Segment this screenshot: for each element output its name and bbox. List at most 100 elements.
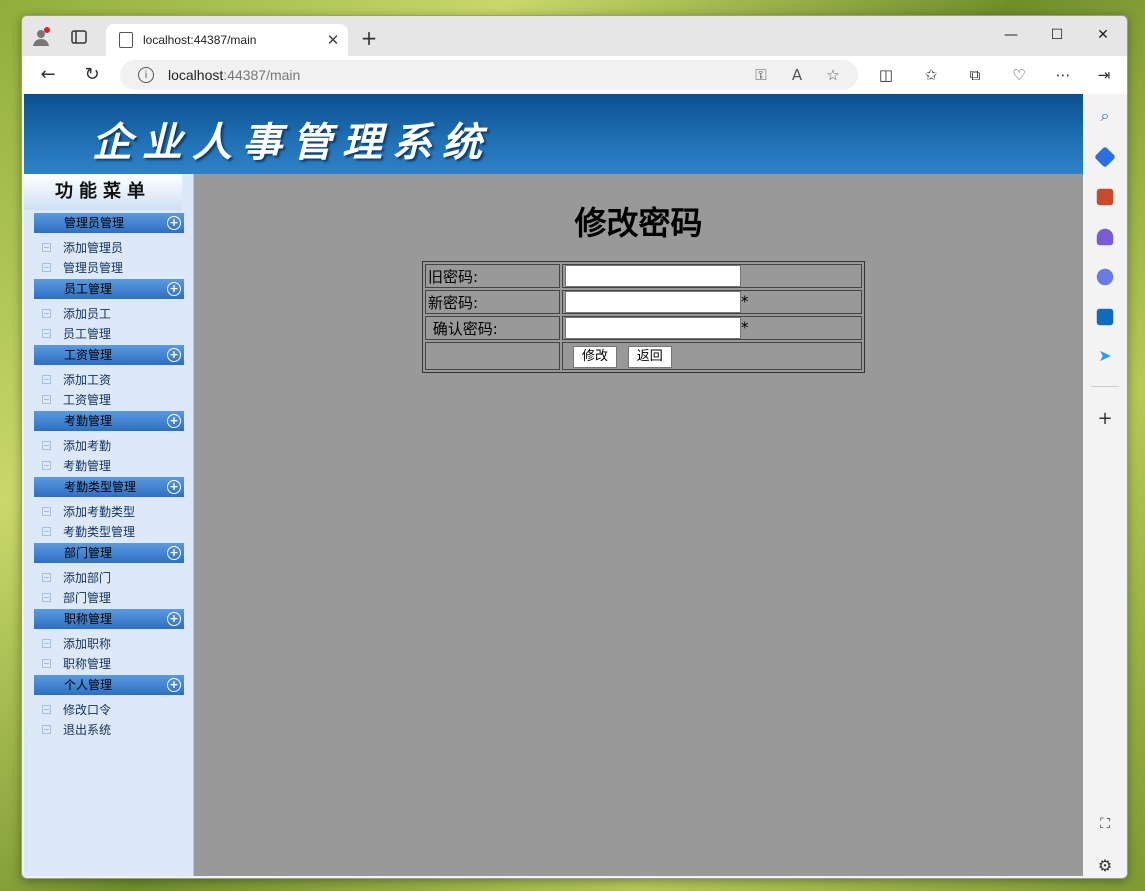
read-aloud-icon[interactable]: A bbox=[786, 66, 808, 84]
menu-item-add-attendance-type[interactable]: 添加考勤类型 bbox=[42, 503, 135, 521]
new-tab-icon[interactable]: + bbox=[358, 28, 380, 48]
screenshot-icon[interactable]: ⛶ bbox=[1094, 816, 1116, 838]
menu-group-label: 员工管理 bbox=[64, 282, 113, 296]
menu-item-add-title[interactable]: 添加职称 bbox=[42, 635, 111, 653]
menu-item-change-password[interactable]: 修改口令 bbox=[42, 701, 111, 719]
expand-icon[interactable]: + bbox=[167, 348, 181, 362]
menu-group-label: 个人管理 bbox=[64, 678, 113, 692]
menu-item-employee-manage[interactable]: 员工管理 bbox=[42, 325, 111, 343]
tab-title: localhost:44387/main bbox=[143, 33, 257, 47]
office-icon[interactable] bbox=[1096, 268, 1114, 286]
expand-icon[interactable]: + bbox=[167, 414, 181, 428]
menu-group-personal[interactable]: 个人管理 + bbox=[34, 675, 184, 695]
expand-icon[interactable]: + bbox=[167, 546, 181, 560]
expand-icon[interactable]: + bbox=[167, 216, 181, 230]
shopping-tag-icon[interactable] bbox=[1094, 146, 1116, 168]
confirm-password-input[interactable] bbox=[565, 317, 741, 339]
menu-group-attendance-type[interactable]: 考勤类型管理 + bbox=[34, 477, 184, 497]
close-window-icon[interactable]: ✕ bbox=[1080, 22, 1126, 48]
old-password-input[interactable] bbox=[565, 265, 741, 287]
submit-button[interactable]: 修改 bbox=[573, 346, 618, 368]
menu-item-add-department[interactable]: 添加部门 bbox=[42, 569, 111, 587]
change-password-form: 旧密码: 新密码: * 确认密码: * 修改 返回 bbox=[422, 261, 865, 373]
games-icon[interactable] bbox=[1096, 228, 1114, 246]
settings-gear-icon[interactable]: ⚙ bbox=[1094, 856, 1116, 878]
close-tab-icon[interactable]: ✕ bbox=[324, 31, 342, 49]
favorites-icon[interactable]: ✩ bbox=[919, 64, 943, 86]
menu-header: 功能菜单 bbox=[24, 174, 182, 210]
menu-item-add-attendance[interactable]: 添加考勤 bbox=[42, 437, 111, 455]
old-password-label: 旧密码: bbox=[425, 264, 560, 288]
menu-item-label: 考勤类型管理 bbox=[63, 525, 136, 539]
url-host: localhost bbox=[168, 67, 224, 83]
required-mark: * bbox=[741, 292, 749, 311]
tab-actions-icon[interactable] bbox=[68, 26, 90, 48]
menu-item-attendance-manage[interactable]: 考勤管理 bbox=[42, 457, 111, 475]
old-password-cell bbox=[562, 264, 862, 288]
menu-item-label: 员工管理 bbox=[63, 327, 112, 341]
minimize-icon[interactable]: — bbox=[988, 22, 1034, 48]
tree-node-icon bbox=[42, 725, 51, 734]
menu-group-employee[interactable]: 员工管理 + bbox=[34, 279, 184, 299]
sidebar-toggle-icon[interactable]: ⇥ bbox=[1092, 64, 1116, 86]
menu-item-add-admin[interactable]: 添加管理员 bbox=[42, 239, 123, 257]
key-icon[interactable]: ⚿ bbox=[750, 66, 772, 84]
tree-node-icon bbox=[42, 329, 51, 338]
favorite-star-icon[interactable]: ☆ bbox=[822, 66, 844, 84]
menu-item-logout[interactable]: 退出系统 bbox=[42, 721, 111, 739]
expand-icon[interactable]: + bbox=[167, 480, 181, 494]
menu-item-label: 考勤管理 bbox=[63, 459, 112, 473]
menu-item-add-salary[interactable]: 添加工资 bbox=[42, 371, 111, 389]
menu-item-salary-manage[interactable]: 工资管理 bbox=[42, 391, 111, 409]
menu-item-add-employee[interactable]: 添加员工 bbox=[42, 305, 111, 323]
menu-item-attendance-type-manage[interactable]: 考勤类型管理 bbox=[42, 523, 135, 541]
menu-group-title[interactable]: 职称管理 + bbox=[34, 609, 184, 629]
tree-node-icon bbox=[42, 375, 51, 384]
menu-group-attendance[interactable]: 考勤管理 + bbox=[34, 411, 184, 431]
expand-icon[interactable]: + bbox=[167, 612, 181, 626]
confirm-password-label: 确认密码: bbox=[425, 316, 560, 340]
menu-group-label: 部门管理 bbox=[64, 546, 113, 560]
left-menu: 功能菜单 管理员管理 + 添加管理员 管理员管理 员工管理 + 添加员工 员工管理 … bbox=[24, 174, 194, 876]
tree-node-icon bbox=[42, 263, 51, 272]
add-icon[interactable]: + bbox=[1094, 408, 1116, 430]
toolbox-icon[interactable] bbox=[1096, 188, 1114, 206]
outlook-icon[interactable] bbox=[1096, 308, 1114, 326]
browser-tab[interactable]: localhost:44387/main ✕ bbox=[106, 24, 348, 56]
menu-item-label: 添加员工 bbox=[63, 307, 112, 321]
tree-node-icon bbox=[42, 659, 51, 668]
back-icon[interactable]: ← bbox=[36, 64, 60, 86]
menu-item-title-manage[interactable]: 职称管理 bbox=[42, 655, 111, 673]
tree-node-icon bbox=[42, 461, 51, 470]
back-button[interactable]: 返回 bbox=[627, 346, 672, 368]
menu-group-department[interactable]: 部门管理 + bbox=[34, 543, 184, 563]
menu-group-label: 考勤类型管理 bbox=[64, 480, 137, 494]
confirm-password-cell: * bbox=[562, 316, 862, 340]
menu-item-admin-manage[interactable]: 管理员管理 bbox=[42, 259, 123, 277]
split-screen-icon[interactable]: ◫ bbox=[874, 64, 898, 86]
search-icon[interactable]: ⌕ bbox=[1094, 106, 1116, 128]
menu-item-label: 添加管理员 bbox=[63, 241, 124, 255]
menu-item-department-manage[interactable]: 部门管理 bbox=[42, 589, 111, 607]
browser-essentials-icon[interactable]: ♡ bbox=[1007, 64, 1031, 86]
expand-icon[interactable]: + bbox=[167, 678, 181, 692]
site-info-icon[interactable]: i bbox=[138, 67, 154, 83]
address-row: ← ↻ i localhost:44387/main ⚿ A ☆ ◫ ✩ ⧉ ♡… bbox=[22, 56, 1127, 95]
profile-icon[interactable] bbox=[30, 26, 52, 48]
send-icon[interactable]: ➤ bbox=[1094, 346, 1116, 368]
menu-group-salary[interactable]: 工资管理 + bbox=[34, 345, 184, 365]
expand-icon[interactable]: + bbox=[167, 282, 181, 296]
tree-node-icon bbox=[42, 507, 51, 516]
form-row: 修改 返回 bbox=[425, 342, 862, 370]
collections-icon[interactable]: ⧉ bbox=[963, 64, 987, 86]
tree-node-icon bbox=[42, 639, 51, 648]
maximize-icon[interactable]: ☐ bbox=[1034, 22, 1080, 48]
menu-item-label: 添加职称 bbox=[63, 637, 112, 651]
url-text[interactable]: localhost:44387/main bbox=[168, 67, 750, 83]
new-password-input[interactable] bbox=[565, 291, 741, 313]
refresh-icon[interactable]: ↻ bbox=[80, 64, 104, 86]
address-bar[interactable]: i localhost:44387/main ⚿ A ☆ bbox=[120, 60, 858, 90]
menu-item-label: 添加考勤 bbox=[63, 439, 112, 453]
more-icon[interactable]: ⋯ bbox=[1051, 64, 1075, 86]
menu-group-admin[interactable]: 管理员管理 + bbox=[34, 213, 184, 233]
